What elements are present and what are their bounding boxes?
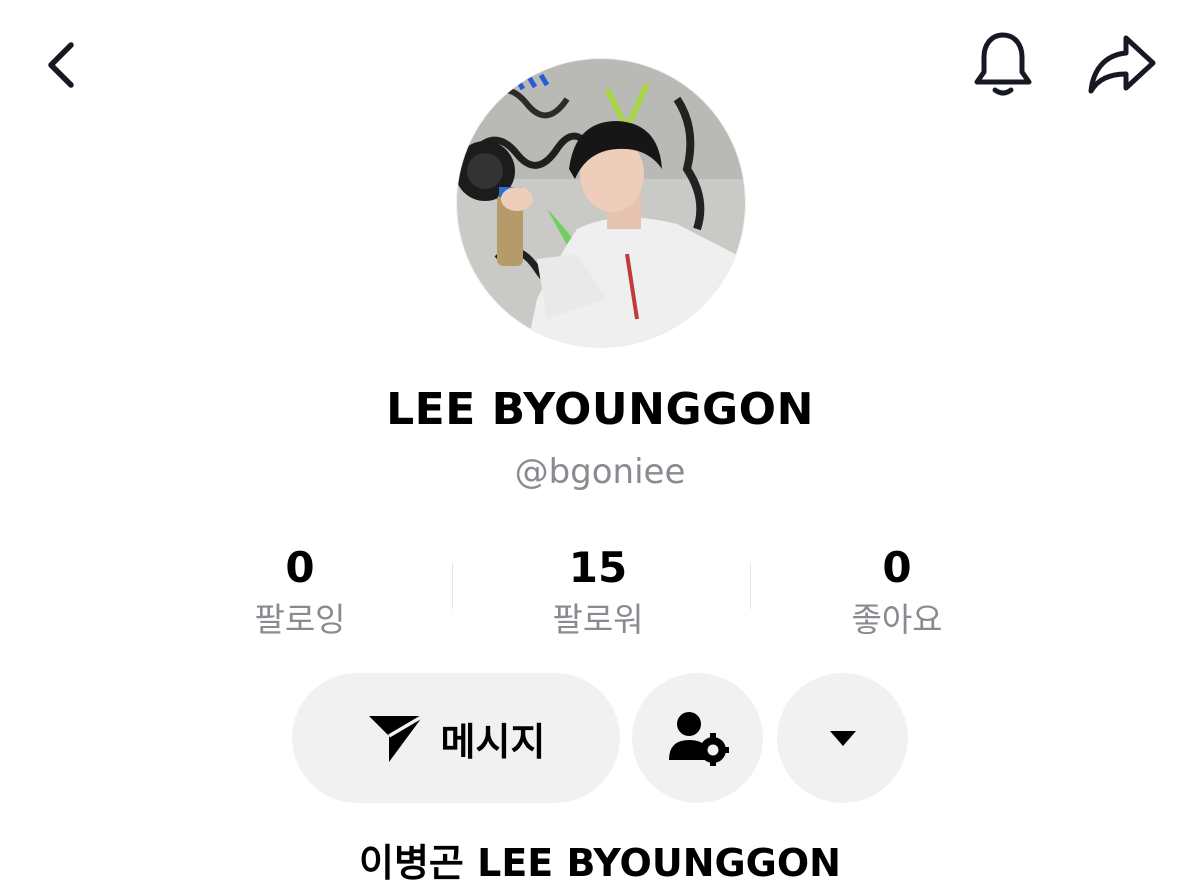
user-settings-icon	[668, 712, 729, 766]
message-label: 메시지	[440, 719, 546, 764]
following-count: 0	[285, 543, 315, 592]
notifications-bell-button[interactable]	[968, 28, 1038, 102]
back-button[interactable]	[30, 32, 92, 98]
stat-followers[interactable]: 15 팔로워	[498, 540, 698, 642]
caret-down-icon	[829, 731, 856, 746]
stat-divider	[750, 563, 751, 609]
avatar-photo	[457, 59, 745, 347]
display-name: LEE BYOUNGGON	[386, 384, 814, 435]
username: @bgoniee	[514, 452, 686, 492]
stat-likes[interactable]: 0 좋아요	[797, 540, 997, 642]
share-button[interactable]	[1082, 30, 1162, 100]
back-arrow-icon	[48, 42, 74, 88]
stat-following[interactable]: 0 팔로잉	[200, 540, 400, 642]
friend-settings-button[interactable]	[632, 673, 763, 803]
following-label: 팔로잉	[254, 600, 346, 639]
profile-avatar[interactable]	[457, 59, 745, 347]
followers-label: 팔로워	[552, 600, 644, 639]
more-options-button[interactable]	[777, 673, 908, 803]
send-icon	[368, 714, 424, 762]
stat-divider	[452, 563, 453, 609]
message-button[interactable]: 메시지	[292, 673, 620, 803]
share-icon	[1088, 35, 1156, 94]
bio-text: 이병곤 LEE BYOUNGGON	[359, 841, 841, 885]
likes-count: 0	[882, 543, 912, 592]
followers-count: 15	[568, 543, 628, 592]
likes-label: 좋아요	[851, 600, 943, 639]
bell-icon	[974, 32, 1032, 96]
